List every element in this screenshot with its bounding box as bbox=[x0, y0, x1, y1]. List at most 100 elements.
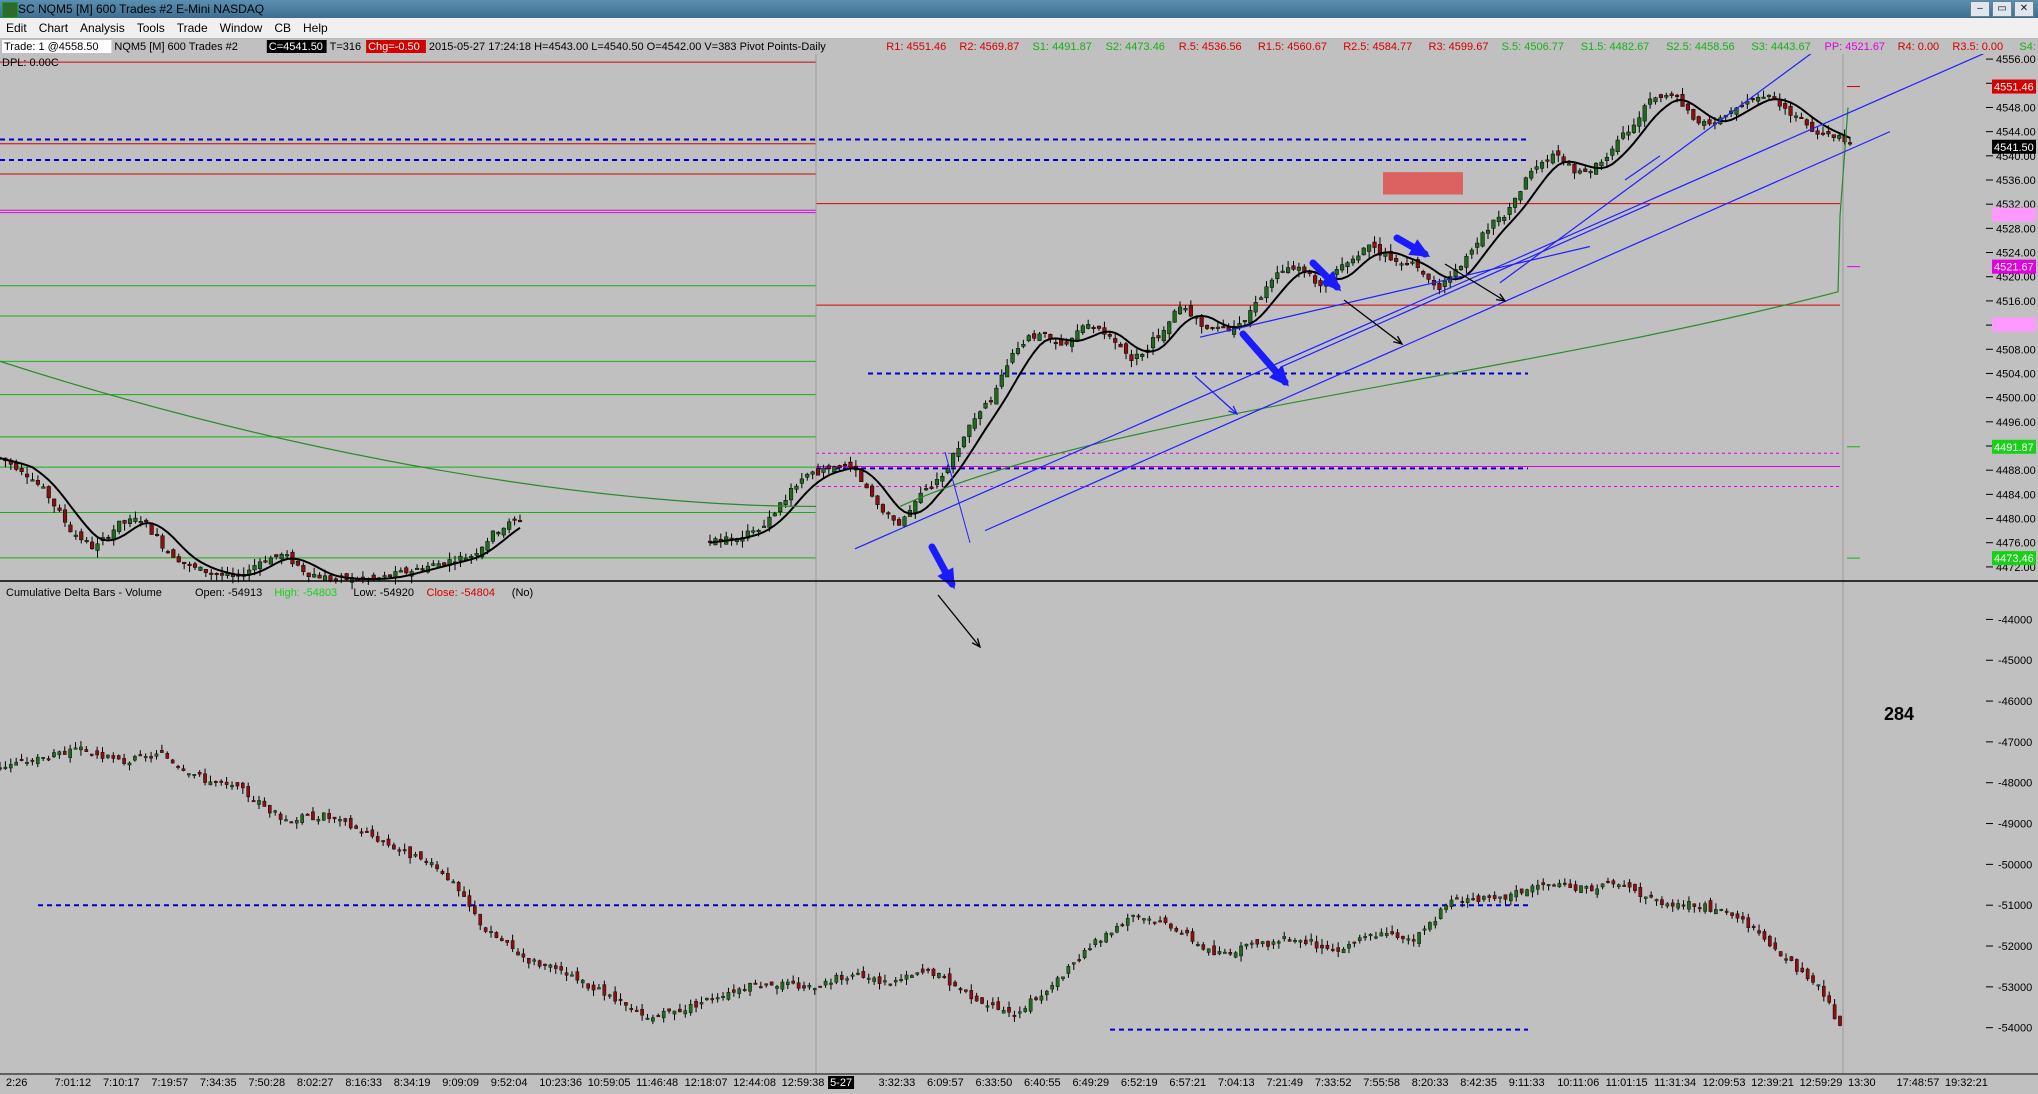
chart-area[interactable]: 284 4556.004552.004548.004544.004540.004… bbox=[0, 31, 2038, 1089]
down-candle bbox=[220, 573, 225, 576]
delta-bar bbox=[705, 997, 709, 1001]
down-candle bbox=[886, 512, 891, 515]
menu-help[interactable]: Help bbox=[297, 18, 334, 38]
up-candle bbox=[972, 418, 977, 429]
delta-bar bbox=[1768, 935, 1772, 947]
delta-bar bbox=[84, 749, 89, 752]
delta-bar bbox=[672, 1010, 677, 1015]
menu-window[interactable]: Window bbox=[214, 18, 269, 38]
delta-bar bbox=[974, 995, 979, 1002]
close-button[interactable]: ✕ bbox=[2014, 1, 2034, 17]
time-axis-label: 2:26 bbox=[6, 1077, 27, 1089]
delta-bar bbox=[1190, 931, 1195, 942]
delta-bar bbox=[348, 817, 353, 829]
menu-chart[interactable]: Chart bbox=[33, 18, 74, 38]
up-candle bbox=[751, 530, 756, 533]
delta-bar bbox=[370, 829, 375, 837]
time-axis-label: 8:02:27 bbox=[297, 1077, 334, 1089]
delta-bar bbox=[1541, 882, 1546, 885]
up-candle bbox=[1480, 232, 1485, 247]
up-candle bbox=[1642, 105, 1647, 122]
up-candle bbox=[117, 520, 122, 532]
down-candle bbox=[1053, 342, 1058, 345]
chart-svg[interactable]: 284 4556.004552.004548.004544.004540.004… bbox=[0, 31, 2038, 1089]
down-candle bbox=[209, 572, 214, 575]
delta-bar bbox=[1045, 990, 1049, 996]
delta-bar bbox=[1827, 995, 1832, 1003]
delta-bar bbox=[1536, 884, 1540, 890]
delta-bar bbox=[1471, 898, 1475, 901]
time-axis-label: 19:32:21 bbox=[1945, 1077, 1988, 1089]
up-candle bbox=[1766, 94, 1772, 97]
delta-bar bbox=[1503, 894, 1508, 900]
menu-analysis[interactable]: Analysis bbox=[74, 18, 131, 38]
price-axis-label: 4556.00 bbox=[1996, 54, 2036, 66]
delta-bar bbox=[1751, 926, 1756, 928]
delta-bar bbox=[737, 988, 742, 994]
delta-bar bbox=[866, 977, 871, 980]
down-candle bbox=[160, 535, 165, 549]
maximize-button[interactable]: ▭ bbox=[1992, 1, 2012, 17]
delta-bar bbox=[564, 972, 569, 976]
delta-bar bbox=[25, 762, 29, 764]
minimize-button[interactable]: – bbox=[1970, 1, 1990, 17]
delta-bar bbox=[170, 759, 175, 764]
price-axis-label: 4528.00 bbox=[1996, 223, 2036, 235]
delta-bar bbox=[893, 980, 898, 983]
down-candle bbox=[57, 507, 62, 511]
delta-bar bbox=[764, 983, 769, 986]
delta-bar bbox=[57, 751, 62, 756]
up-candle bbox=[1491, 219, 1496, 229]
delta-bar bbox=[1115, 926, 1119, 933]
down-candle bbox=[1221, 326, 1226, 329]
up-candle bbox=[41, 486, 46, 489]
change-box: Chg=-0.50 bbox=[368, 41, 420, 53]
delta-bar bbox=[241, 782, 245, 789]
price-axis-label: 4536.00 bbox=[1996, 175, 2036, 187]
delta-bar bbox=[1665, 903, 1670, 907]
menu-trade[interactable]: Trade bbox=[171, 18, 214, 38]
up-candle bbox=[1496, 216, 1501, 223]
up-candle bbox=[1756, 96, 1761, 102]
delta-bar bbox=[1028, 998, 1033, 1012]
time-axis-label: 7:50:28 bbox=[248, 1077, 285, 1089]
delta-bar bbox=[219, 780, 224, 783]
time-axis-label: 11:46:48 bbox=[636, 1077, 678, 1089]
down-candle bbox=[1788, 105, 1793, 116]
menu-edit[interactable]: Edit bbox=[0, 18, 33, 38]
menu-cb[interactable]: CB bbox=[268, 18, 297, 38]
delta-bar bbox=[1077, 959, 1081, 962]
up-candle bbox=[1134, 353, 1139, 359]
down-candle bbox=[848, 461, 853, 469]
pivot-label-4: R.5: 4536.56 bbox=[1179, 41, 1242, 53]
delta-bar bbox=[408, 846, 412, 859]
delta-bar bbox=[1357, 937, 1362, 941]
up-candle bbox=[73, 534, 78, 537]
delta-bar bbox=[1422, 928, 1427, 931]
down-candle bbox=[1096, 325, 1102, 329]
up-candle bbox=[902, 516, 907, 527]
down-candle bbox=[1691, 109, 1696, 120]
delta-bar bbox=[68, 748, 72, 758]
down-candle bbox=[1804, 119, 1809, 126]
menu-tools[interactable]: Tools bbox=[131, 18, 171, 38]
pivot-label-6: R2.5: 4584.77 bbox=[1343, 41, 1412, 53]
down-candle bbox=[1091, 327, 1096, 330]
up-candle bbox=[1167, 321, 1172, 335]
delta-bar bbox=[1676, 903, 1680, 909]
delta-bar bbox=[780, 981, 785, 990]
delta-axis-label: -44000 bbox=[1998, 614, 2032, 626]
delta-bar bbox=[953, 981, 957, 987]
delta-bar bbox=[273, 810, 277, 813]
up-candle bbox=[1604, 157, 1609, 161]
up-candle bbox=[1410, 261, 1415, 264]
down-candle bbox=[263, 560, 268, 563]
delta-bar bbox=[1789, 956, 1794, 961]
delta-bar bbox=[1034, 997, 1038, 1000]
down-candle bbox=[214, 573, 219, 576]
down-candle bbox=[1394, 258, 1399, 262]
delta-bar bbox=[1465, 898, 1470, 903]
delta-mode: (No) bbox=[512, 587, 533, 599]
down-candle bbox=[1810, 121, 1815, 132]
delta-bar bbox=[116, 755, 121, 760]
